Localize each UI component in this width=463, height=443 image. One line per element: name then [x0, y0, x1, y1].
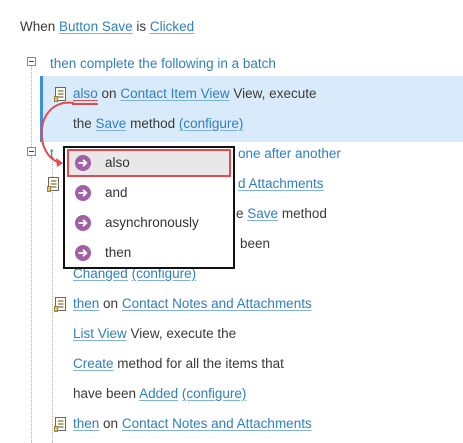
action2-method-link[interactable]: Save — [247, 206, 278, 221]
rule-header: When Button Save is Clicked — [20, 19, 194, 34]
action3-method-suffix: method for all the items that — [117, 356, 284, 371]
action3-target-link[interactable]: Contact Notes and Attachments — [122, 296, 312, 311]
dropdown-option-also[interactable]: also — [67, 149, 231, 177]
action4-connector-link[interactable]: then — [73, 416, 99, 431]
arrow-right-circle-icon — [75, 245, 91, 261]
action3-status-link[interactable]: Added — [139, 386, 178, 401]
action3-connector-link[interactable]: then — [73, 296, 99, 311]
arrow-right-circle-icon — [75, 185, 91, 201]
action1-line2: the Save method (configure) — [73, 116, 243, 131]
dropdown-option-asynchronously[interactable]: asynchronously — [67, 209, 231, 237]
action1-method-suffix: method — [130, 116, 176, 131]
dropdown-option-label: then — [105, 245, 132, 260]
action3-line4: have been Added (configure) — [73, 386, 246, 401]
action2-method-suffix: method — [281, 206, 327, 221]
is-label: is — [136, 19, 147, 34]
batch-mode-link[interactable]: then complete the following in a batch — [50, 56, 276, 71]
tree-line-sub — [52, 162, 53, 443]
action1-on-label: on — [101, 86, 117, 101]
action-document-icon — [54, 297, 66, 312]
action2-line2-partial: e Save method — [236, 206, 327, 221]
action1-line1: also on Contact Item View View, execute — [73, 86, 316, 101]
dropdown-option-then[interactable]: then — [67, 239, 231, 267]
action3-line1: then on Contact Notes and Attachments — [73, 296, 312, 311]
action4-target-link[interactable]: Contact Notes and Attachments — [122, 416, 312, 431]
arrow-right-circle-icon — [75, 215, 91, 231]
dropdown-option-and[interactable]: and — [67, 179, 231, 207]
when-label: When — [20, 19, 56, 34]
action3-view-link[interactable]: List View — [73, 326, 127, 341]
action2-been-label: been — [240, 236, 271, 251]
action3-configure-link[interactable]: (configure) — [182, 386, 247, 401]
connector-dropdown[interactable]: also and asynchronously then — [63, 146, 235, 269]
arrow-right-circle-icon — [75, 155, 91, 171]
trigger-event-link[interactable]: Clicked — [150, 19, 194, 34]
action3-view-suffix: View, execute the — [130, 326, 237, 341]
sequence-mode-link-tail[interactable]: one after another — [238, 146, 341, 161]
action3-line3: Create method for all the items that — [73, 356, 284, 371]
action2-target-link-partial[interactable]: d Attachments — [238, 176, 324, 191]
action1-configure-link[interactable]: (configure) — [179, 116, 244, 131]
action3-method-link[interactable]: Create — [73, 356, 114, 371]
action3-have-been-label: have been — [73, 386, 137, 401]
dropdown-option-label: and — [105, 185, 128, 200]
dropdown-option-label: asynchronously — [105, 215, 199, 230]
trigger-target-link[interactable]: Button Save — [59, 19, 133, 34]
action4-line1: then on Contact Notes and Attachments — [73, 416, 312, 431]
action-document-icon — [54, 417, 66, 432]
collapse-toggle-batch[interactable] — [27, 57, 36, 66]
action1-suffix-label: View, execute — [233, 86, 317, 101]
action1-method-link[interactable]: Save — [96, 116, 127, 131]
annotation-underline — [72, 103, 98, 105]
action3-line2: List View View, execute the — [73, 326, 236, 341]
dropdown-option-label: also — [105, 155, 130, 170]
action4-on-label: on — [103, 416, 119, 431]
action1-target-link[interactable]: Contact Item View — [120, 86, 229, 101]
action2-text-partial: e — [236, 206, 244, 221]
action3-on-label: on — [103, 296, 119, 311]
